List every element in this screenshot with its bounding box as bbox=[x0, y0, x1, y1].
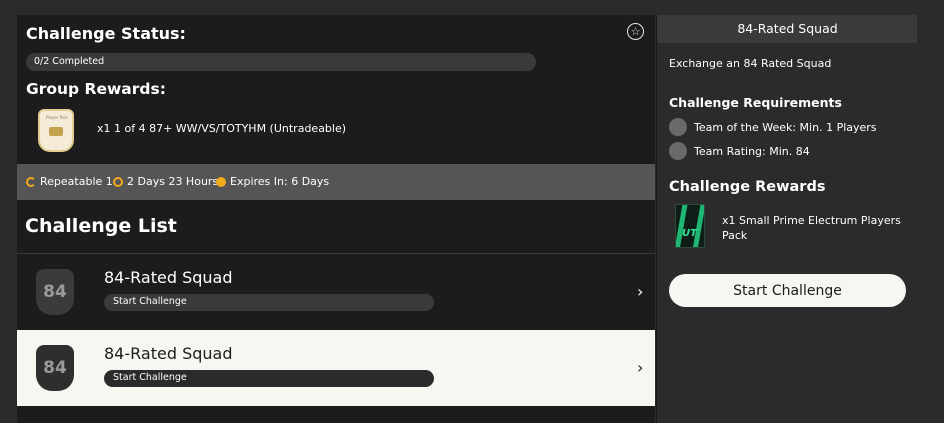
start-challenge-pill[interactable]: Start Challenge bbox=[104, 370, 434, 387]
right-gutter bbox=[917, 0, 944, 423]
requirement-text: Team of the Week: Min. 1 Players bbox=[694, 120, 877, 134]
rating-value: 84 bbox=[43, 282, 67, 302]
expires-text: Expires In: 6 Days bbox=[230, 175, 330, 188]
top-bar bbox=[0, 0, 944, 15]
pack-label: UT bbox=[682, 228, 697, 239]
expires-info: Expires In: 6 Days bbox=[216, 175, 329, 188]
requirement-item: Team of the Week: Min. 1 Players bbox=[669, 118, 877, 136]
chevron-right-icon: › bbox=[637, 358, 644, 377]
challenge-item-title: 84-Rated Squad bbox=[104, 344, 233, 363]
challenge-list-item-selected[interactable]: 84 84-Rated Squad Start Challenge › bbox=[17, 330, 655, 406]
rating-value: 84 bbox=[43, 358, 67, 378]
reward-pack-text: x1 Small Prime Electrum Players Pack bbox=[722, 214, 901, 242]
duration-info: 2 Days 23 Hours bbox=[113, 175, 218, 188]
repeatable-text: Repeatable 1 bbox=[40, 175, 113, 188]
start-challenge-button[interactable]: Start Challenge bbox=[669, 274, 906, 307]
group-rewards-title: Group Rewards: bbox=[26, 80, 166, 98]
player-pack-icon: UT bbox=[675, 204, 705, 248]
start-challenge-label: Start Challenge bbox=[113, 372, 187, 383]
start-challenge-pill[interactable]: Start Challenge bbox=[104, 294, 434, 311]
requirement-status-icon bbox=[669, 142, 687, 160]
challenge-item-title: 84-Rated Squad bbox=[104, 268, 233, 287]
challenge-meta-bar: Repeatable 1 2 Days 23 Hours Expires In:… bbox=[17, 164, 655, 200]
requirements-title: Challenge Requirements bbox=[669, 95, 842, 110]
requirement-status-icon bbox=[669, 118, 687, 136]
rewards-title: Challenge Rewards bbox=[669, 179, 826, 195]
detail-title: 84-Rated Squad bbox=[737, 21, 838, 36]
detail-description: Exchange an 84 Rated Squad bbox=[669, 57, 832, 70]
rating-shield-icon: 84 bbox=[36, 269, 74, 315]
detail-header: 84-Rated Squad bbox=[657, 15, 918, 43]
progress-bar: 0/2 Completed bbox=[26, 53, 536, 71]
requirement-text: Team Rating: Min. 84 bbox=[694, 144, 810, 158]
repeatable-info: Repeatable 1 bbox=[26, 175, 113, 188]
challenge-detail-panel: 84-Rated Squad Exchange an 84 Rated Squa… bbox=[656, 15, 918, 423]
status-panel: Challenge Status: ☆ 0/2 Completed Group … bbox=[17, 15, 655, 164]
duration-text: 2 Days 23 Hours bbox=[127, 175, 219, 188]
stopwatch-icon bbox=[216, 176, 226, 187]
repeat-icon bbox=[26, 176, 36, 187]
star-icon[interactable]: ☆ bbox=[627, 23, 644, 40]
group-reward-text: x1 1 of 4 87+ WW/VS/TOTYHM (Untradeable) bbox=[97, 122, 347, 135]
challenge-list-title: Challenge List bbox=[25, 215, 177, 237]
status-title: Challenge Status: bbox=[26, 24, 186, 43]
rating-shield-icon: 84 bbox=[36, 345, 74, 391]
player-pick-badge-icon: Player Pick bbox=[38, 109, 74, 152]
start-challenge-label: Start Challenge bbox=[113, 296, 187, 307]
progress-text: 0/2 Completed bbox=[34, 56, 105, 67]
chevron-right-icon: › bbox=[637, 282, 644, 301]
clock-icon bbox=[113, 176, 123, 187]
challenge-panel: Challenge Status: ☆ 0/2 Completed Group … bbox=[17, 15, 655, 423]
requirement-item: Team Rating: Min. 84 bbox=[669, 142, 810, 160]
challenge-list-item[interactable]: 84 84-Rated Squad Start Challenge › bbox=[17, 253, 655, 330]
